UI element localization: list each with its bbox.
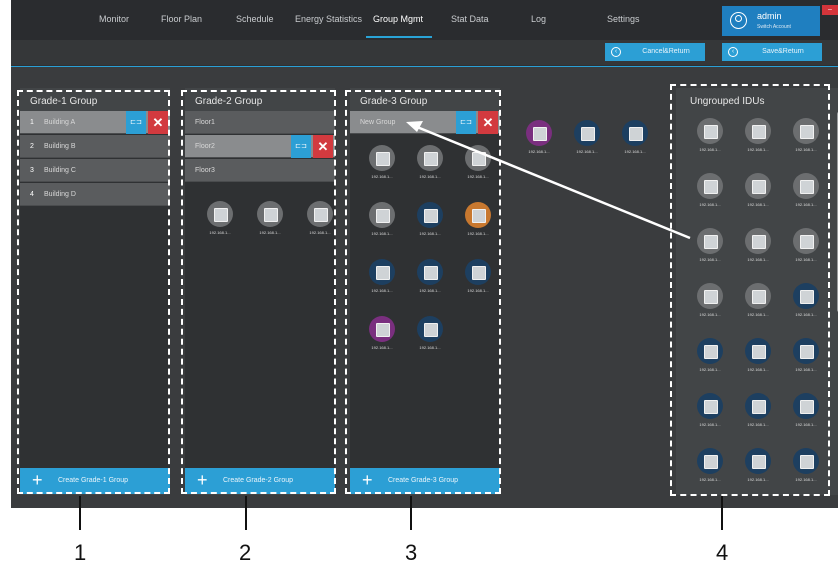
close-icon[interactable]: – (822, 5, 838, 15)
user-name: admin (757, 11, 782, 21)
callout-line-2 (245, 496, 247, 530)
user-avatar-icon (730, 12, 747, 29)
save-return-label: Save&Return (762, 48, 804, 55)
nav-energy-statistics[interactable]: Energy Statistics (295, 14, 362, 24)
idu-icon (622, 120, 648, 146)
idu-icon (526, 120, 552, 146)
callout-line-4 (721, 496, 723, 530)
highlight-grade-1 (17, 90, 170, 494)
save-return-button[interactable]: ‹ Save&Return (722, 43, 822, 61)
idu-device[interactable]: 192.168.1... (567, 120, 607, 160)
cancel-return-button[interactable]: ‹ Cancel&Return (605, 43, 705, 61)
idu-ip: 192.168.1... (576, 149, 598, 154)
idu-device[interactable]: 192.168.1... (519, 120, 559, 160)
idu-device[interactable]: 192.168.1... (615, 120, 655, 160)
cancel-return-label: Cancel&Return (642, 48, 690, 55)
idu-icon (574, 120, 600, 146)
idu-ip: 192.168.1... (528, 149, 550, 154)
highlight-grade-3 (345, 90, 501, 494)
highlight-grade-2 (181, 90, 336, 494)
switch-account-label: Switch Account (757, 24, 791, 30)
top-nav: Monitor Floor Plan Schedule Energy Stati… (11, 0, 838, 40)
callout-1: 1 (74, 540, 87, 565)
nav-schedule[interactable]: Schedule (236, 14, 274, 24)
nav-stat-data[interactable]: Stat Data (451, 14, 489, 24)
callout-2: 2 (239, 540, 252, 565)
nav-group-mgmt[interactable]: Group Mgmt (373, 14, 423, 24)
action-bar: ‹ Cancel&Return ‹ Save&Return (11, 40, 838, 65)
arrow-circle-icon: ‹ (728, 47, 738, 57)
callout-3: 3 (405, 540, 418, 565)
nav-floor-plan[interactable]: Floor Plan (161, 14, 202, 24)
idu-ip: 192.168.1... (624, 149, 646, 154)
account-switcher[interactable]: admin Switch Account (722, 6, 820, 36)
arrow-circle-icon: ‹ (611, 47, 621, 57)
nav-settings[interactable]: Settings (607, 14, 640, 24)
callout-line-3 (410, 496, 412, 530)
highlight-ungrouped (670, 84, 830, 496)
callout-4: 4 (716, 540, 729, 565)
callout-line-1 (79, 496, 81, 530)
nav-log[interactable]: Log (531, 14, 546, 24)
active-tab-indicator (366, 36, 432, 38)
nav-monitor[interactable]: Monitor (99, 14, 129, 24)
